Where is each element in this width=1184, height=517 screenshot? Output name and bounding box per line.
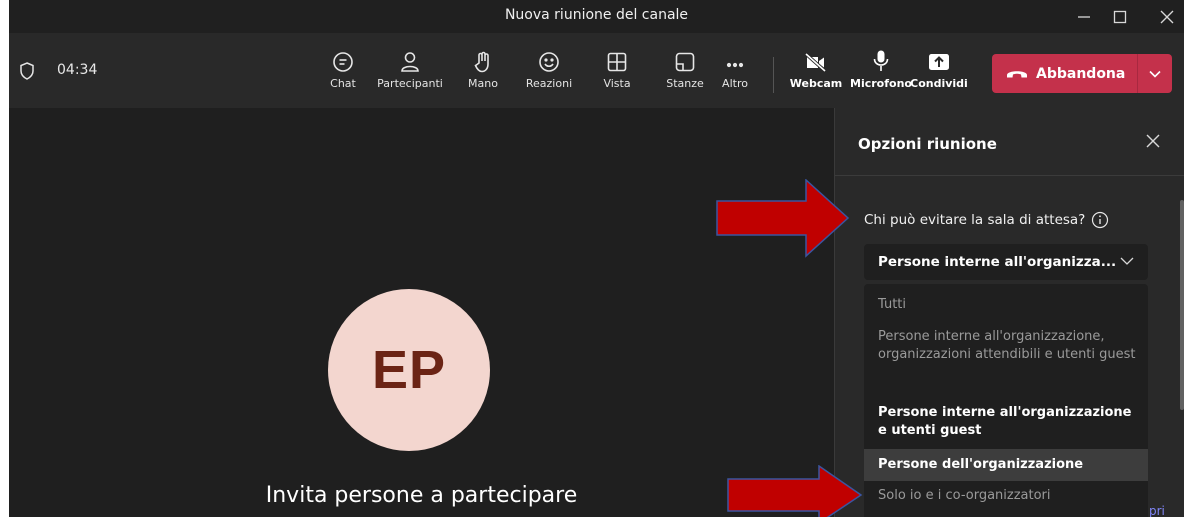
share-icon (929, 54, 949, 70)
people-icon (401, 52, 419, 72)
minimize-icon (1078, 15, 1090, 18)
toolbar-divider (773, 57, 774, 93)
maximize-button[interactable] (1100, 0, 1140, 33)
info-icon[interactable] (1091, 211, 1109, 229)
chat-label: Chat (330, 77, 356, 90)
panel-title: Opzioni riunione (858, 135, 997, 153)
leave-button-group: Abbandona (992, 54, 1172, 93)
more-icon (726, 62, 744, 68)
leave-options-button[interactable] (1138, 70, 1172, 78)
lobby-bypass-question: Chi può evitare la sala di attesa? (864, 211, 1109, 229)
maximize-icon (1113, 10, 1127, 23)
meeting-toolbar: 04:34 Chat Partecipanti Mano Reazioni Vi… (9, 33, 1184, 108)
dropdown-option[interactable]: Persone interne all'organizzazione e ute… (864, 404, 1148, 440)
partial-link[interactable]: pri (1149, 504, 1165, 517)
dropdown-menu: Tutti Persone interne all'organizzazione… (864, 284, 1148, 517)
webcam-button[interactable]: Webcam (781, 47, 851, 97)
close-window-button[interactable] (1147, 0, 1184, 33)
invite-heading: Invita persone a partecipare (265, 483, 578, 508)
breakout-rooms-icon (675, 52, 695, 72)
minimize-button[interactable] (1064, 0, 1104, 33)
dropdown-option[interactable]: Tutti (864, 296, 1148, 314)
smiley-icon (539, 52, 559, 72)
chat-button[interactable]: Chat (308, 47, 378, 97)
meeting-stage: EP Invita persone a partecipare (9, 108, 834, 517)
meeting-timer: 04:34 (57, 62, 98, 78)
more-button[interactable]: Altro (700, 47, 770, 97)
avatar: EP (328, 289, 490, 451)
raise-hand-icon (474, 51, 489, 73)
question-label: Chi può evitare la sala di attesa? (864, 212, 1086, 228)
leave-label: Abbandona (1036, 65, 1126, 82)
close-icon (1146, 134, 1160, 148)
title-bar: Nuova riunione del canale (9, 0, 1184, 33)
close-panel-button[interactable] (1145, 133, 1161, 153)
leave-button[interactable]: Abbandona (992, 54, 1137, 93)
camera-off-icon (804, 52, 827, 73)
lobby-bypass-dropdown[interactable]: Persone interne all'organizza... (864, 244, 1148, 280)
microphone-icon (873, 50, 889, 71)
participants-label: Partecipanti (377, 77, 443, 90)
webcam-label: Webcam (789, 77, 843, 90)
dropdown-selected-value: Persone interne all'organizza... (878, 254, 1117, 270)
teams-meeting-window: Nuova riunione del canale 04:34 Chat Par… (9, 0, 1184, 517)
chevron-down-icon (1149, 70, 1161, 78)
panel-scrollbar[interactable] (1180, 200, 1184, 410)
dropdown-option[interactable]: Solo io e i co-organizzatori (864, 487, 1148, 505)
window-title: Nuova riunione del canale (504, 7, 689, 23)
shield-icon[interactable] (19, 62, 35, 84)
share-label: Condividi (910, 77, 968, 90)
view-label: Vista (603, 77, 631, 90)
participants-button[interactable]: Partecipanti (375, 47, 445, 97)
dropdown-option-selected[interactable]: Persone dell'organizzazione (864, 449, 1148, 481)
annotation-arrow-right (716, 179, 850, 258)
view-button[interactable]: Vista (582, 47, 652, 97)
chevron-down-icon (1120, 257, 1134, 265)
chat-icon (333, 52, 353, 72)
annotation-arrow-right (727, 465, 863, 517)
raise-hand-button[interactable]: Mano (448, 47, 518, 97)
more-label: Altro (722, 77, 748, 90)
meeting-options-panel: Opzioni riunione Chi può evitare la sala… (834, 108, 1184, 517)
share-button[interactable]: Condividi (904, 47, 974, 97)
raise-hand-label: Mano (468, 77, 498, 90)
dropdown-option[interactable]: Persone interne all'organizzazione, orga… (864, 328, 1148, 364)
close-icon (1160, 10, 1174, 23)
panel-divider (835, 175, 1184, 176)
reactions-label: Reazioni (525, 77, 573, 90)
reactions-button[interactable]: Reazioni (514, 47, 584, 97)
hang-up-icon (1007, 70, 1027, 77)
avatar-initials: EP (371, 340, 447, 400)
layout-icon (607, 52, 627, 72)
